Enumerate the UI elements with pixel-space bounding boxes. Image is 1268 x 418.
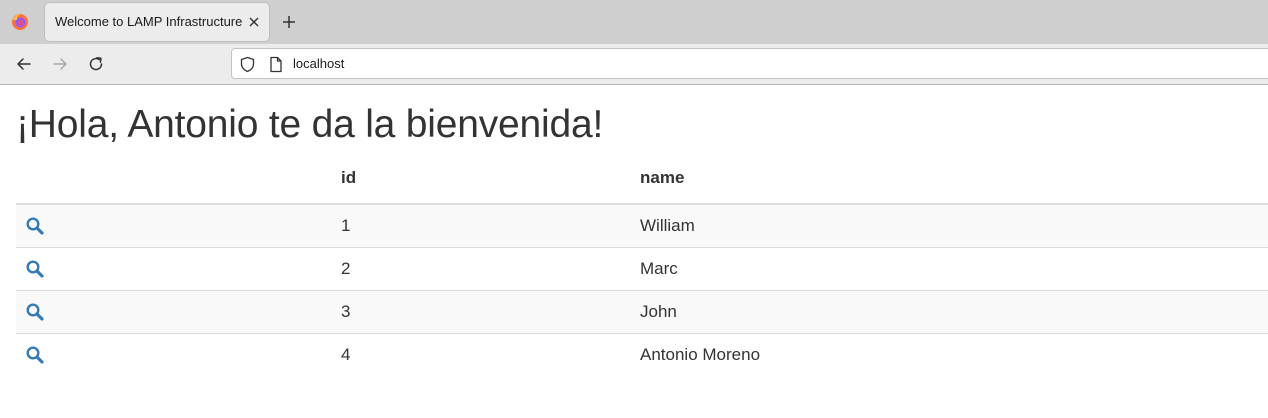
page-icon[interactable] <box>268 56 284 73</box>
column-header-name: name <box>631 152 1268 205</box>
table-row: 3 John <box>16 289 1268 333</box>
row-name: Antonio Moreno <box>631 332 1268 376</box>
shield-icon[interactable] <box>239 56 256 73</box>
close-icon[interactable] <box>244 12 264 32</box>
search-icon[interactable] <box>25 216 45 236</box>
column-header-action <box>16 152 332 205</box>
row-action-cell <box>16 332 332 376</box>
row-id: 2 <box>332 246 631 290</box>
row-action-cell <box>16 246 332 290</box>
row-id: 4 <box>332 332 631 376</box>
search-icon[interactable] <box>25 259 45 279</box>
table-row: 4 Antonio Moreno <box>16 332 1268 376</box>
row-id: 1 <box>332 204 631 247</box>
plus-icon[interactable] <box>279 12 299 32</box>
table-row: 1 William <box>16 204 1268 247</box>
tab-title: Welcome to LAMP Infrastructure <box>55 14 243 29</box>
row-action-cell <box>16 289 332 333</box>
reload-icon[interactable] <box>86 54 106 74</box>
table-row: 2 Marc <box>16 246 1268 290</box>
row-action-cell <box>16 204 332 247</box>
navigation-toolbar: localhost <box>0 44 1268 85</box>
tab-active[interactable]: Welcome to LAMP Infrastructure <box>45 3 269 41</box>
page-content: ¡Hola, Antonio te da la bienvenida! id n… <box>16 86 1268 376</box>
arrow-right-icon[interactable] <box>50 54 70 74</box>
row-name: John <box>631 289 1268 333</box>
firefox-icon[interactable] <box>10 12 30 32</box>
arrow-left-icon[interactable] <box>14 54 34 74</box>
search-icon[interactable] <box>25 345 45 365</box>
url-text[interactable]: localhost <box>293 56 344 71</box>
row-id: 3 <box>332 289 631 333</box>
column-header-id: id <box>332 152 631 205</box>
search-icon[interactable] <box>25 302 45 322</box>
page-title: ¡Hola, Antonio te da la bienvenida! <box>16 103 604 146</box>
table-header-row: id name <box>16 152 1268 205</box>
address-bar[interactable]: localhost <box>231 48 1268 79</box>
row-name: Marc <box>631 246 1268 290</box>
users-table: id name 1 William 2 Marc 3 John 4 Antoni… <box>16 152 1268 376</box>
row-name: William <box>631 204 1268 247</box>
tab-strip: Welcome to LAMP Infrastructure <box>0 0 1268 44</box>
